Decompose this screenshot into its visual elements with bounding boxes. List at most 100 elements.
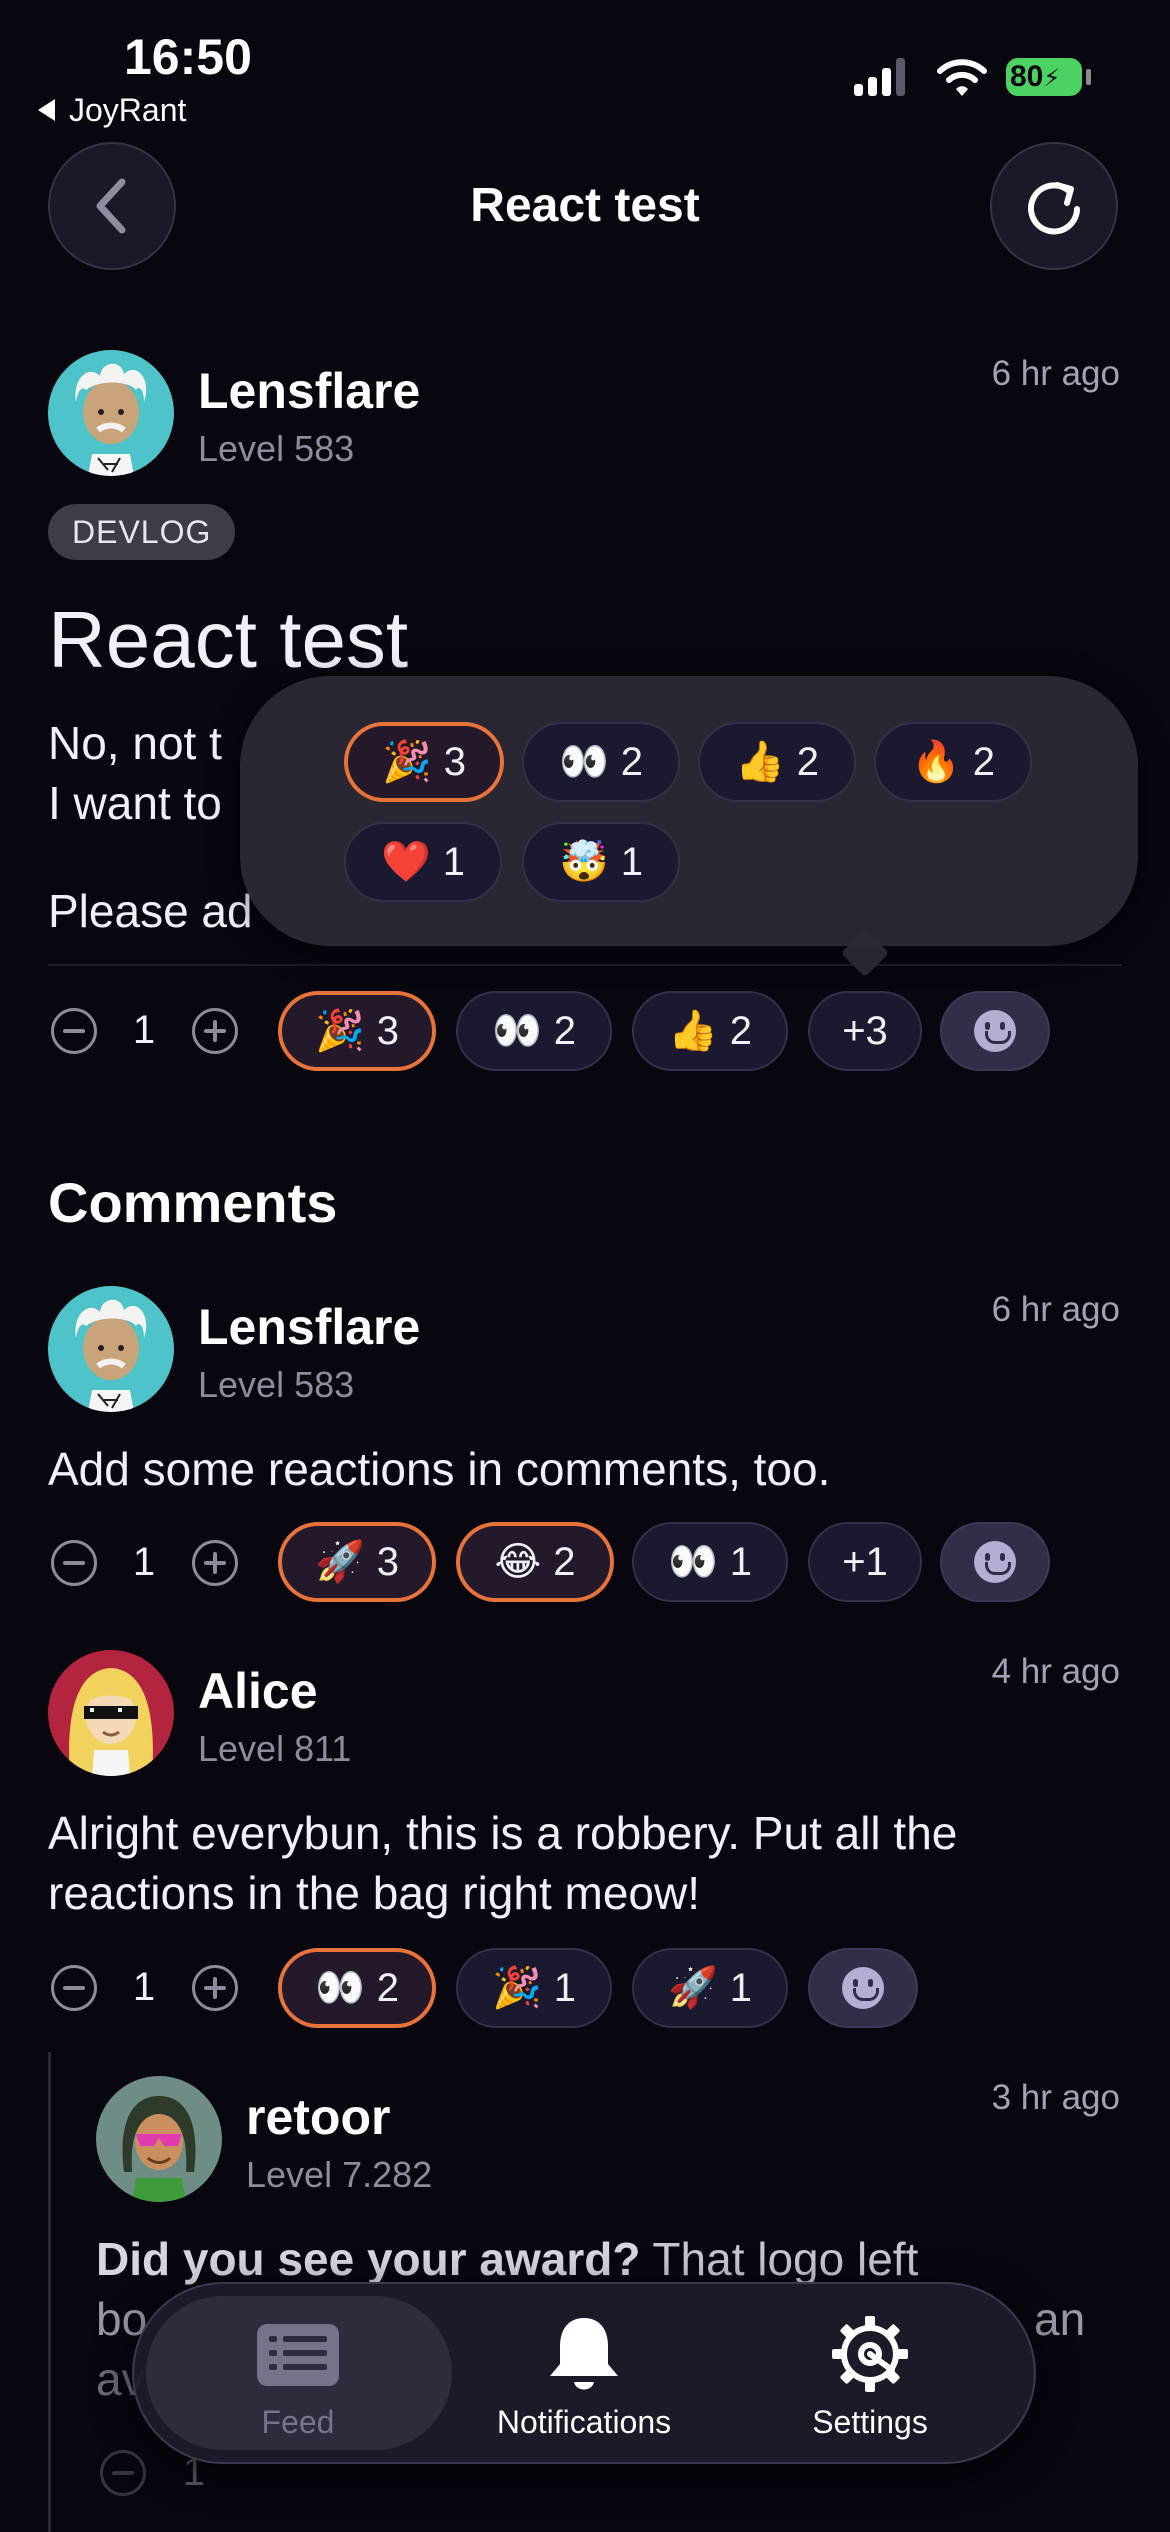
comment-bold-text: Did you see your award? (96, 2233, 641, 2285)
comment-score: 1 (132, 1965, 156, 2009)
charging-bolt-icon: ⚡ (1043, 65, 1061, 92)
reaction-thumbs-up-chip[interactable]: 👍 2 (632, 991, 788, 1071)
reaction-count: 1 (553, 1965, 577, 2010)
downvote-icon[interactable] (51, 1965, 97, 2011)
reaction-rocket-chip[interactable]: 🚀 3 (278, 1522, 436, 1602)
post-body-line-1: No, not t (48, 717, 222, 769)
reaction-count: 1 (729, 1965, 753, 2010)
upvote-icon[interactable] (192, 1965, 238, 2011)
add-reaction-button[interactable] (940, 991, 1050, 1071)
reaction-laugh-chip[interactable]: 😂 2 (456, 1522, 614, 1602)
smiley-icon (974, 1541, 1016, 1583)
comment-author[interactable]: Lensflare (198, 1298, 420, 1356)
battery-indicator: 80⚡ (1006, 58, 1082, 96)
eyes-icon: 👀 (491, 1009, 542, 1053)
comment-text-line-1: Alright everybun, this is a robbery. Put… (48, 1807, 958, 1859)
feed-icon (257, 2324, 339, 2386)
tab-notifications[interactable]: Notifications (454, 2310, 714, 2440)
alice-avatar-image (48, 1650, 174, 1776)
avatar[interactable] (96, 2076, 222, 2202)
signal-icon (854, 58, 906, 96)
battery-nub (1086, 69, 1091, 85)
refresh-icon (1028, 182, 1080, 235)
post-score: 1 (132, 1008, 156, 1052)
tab-feed[interactable]: Feed (168, 2310, 428, 2440)
popover-reaction-heart[interactable]: ❤️ 1 (344, 822, 502, 902)
downvote-icon[interactable] (51, 1540, 97, 1586)
reaction-count: 3 (376, 1539, 400, 1584)
reaction-party-chip[interactable]: 🎉 1 (456, 1948, 612, 2028)
comment-text: Add some reactions in comments, too. (48, 1443, 831, 1495)
popover-reaction-mind-blown[interactable]: 🤯 1 (522, 822, 680, 902)
reactions-popover (240, 676, 1138, 946)
reaction-count: 1 (729, 1539, 753, 1584)
avatar[interactable] (48, 350, 174, 476)
lensflare-avatar-image (48, 1286, 174, 1412)
post-author[interactable]: Lensflare (198, 362, 420, 420)
lensflare-avatar-image (48, 350, 174, 476)
back-app-label: JoyRant (69, 92, 187, 128)
reply-thread-line (48, 2052, 51, 2532)
tab-settings-label: Settings (812, 2404, 928, 2440)
smiley-icon (974, 1010, 1016, 1052)
reaction-rocket-chip[interactable]: 🚀 1 (632, 1948, 788, 2028)
reaction-eyes-chip[interactable]: 👀 2 (456, 991, 612, 1071)
upvote-icon[interactable] (192, 1540, 238, 1586)
popover-reaction-fire[interactable]: 🔥 2 (874, 722, 1032, 802)
upvote-icon[interactable] (192, 1008, 238, 1054)
tab-notifications-label: Notifications (496, 2404, 672, 2440)
comment-author-level: Level 811 (198, 1728, 352, 1769)
reaction-party-chip[interactable]: 🎉 3 (278, 991, 436, 1071)
avatar[interactable] (48, 1286, 174, 1412)
mind-blown-icon: 🤯 (558, 840, 609, 884)
bell-icon (550, 2318, 618, 2390)
thumbs-up-icon: 👍 (734, 740, 785, 784)
comment-time: 6 hr ago (991, 1290, 1120, 1329)
reaction-count: 3 (376, 1008, 400, 1053)
post-author-level: Level 583 (198, 428, 355, 469)
popover-reaction-party[interactable]: 🎉 3 (344, 722, 504, 802)
gear-icon (832, 2316, 908, 2392)
rocket-icon: 🚀 (314, 1540, 365, 1584)
post-time: 6 hr ago (991, 354, 1120, 393)
downvote-icon[interactable] (51, 1008, 97, 1054)
divider (48, 964, 1122, 966)
party-popper-icon: 🎉 (381, 740, 432, 784)
fire-icon: 🔥 (910, 740, 961, 784)
reaction-count: 1 (442, 839, 466, 884)
reaction-count: 2 (553, 1539, 576, 1584)
comment-text-line-2-end: an (1034, 2293, 1086, 2345)
comment-text-line-1: Did you see your award? That logo left (96, 2232, 918, 2286)
heart-icon: ❤️ (380, 840, 431, 884)
popover-reaction-thumbs-up[interactable]: 👍 2 (698, 722, 856, 802)
thumbs-up-icon: 👍 (667, 1009, 718, 1053)
comment-time: 4 hr ago (991, 1652, 1120, 1691)
add-reaction-button[interactable] (808, 1948, 918, 2028)
party-popper-icon: 🎉 (491, 1966, 542, 2010)
comment-author-level: Level 7.282 (246, 2154, 433, 2195)
tab-settings[interactable]: Settings (740, 2310, 1000, 2440)
add-reaction-button[interactable] (940, 1522, 1050, 1602)
avatar[interactable] (48, 1650, 174, 1776)
reaction-eyes-chip[interactable]: 👀 2 (278, 1948, 436, 2028)
reaction-count: 2 (796, 739, 820, 784)
retoor-avatar-image (96, 2076, 222, 2202)
reaction-eyes-chip[interactable]: 👀 1 (632, 1522, 788, 1602)
rocket-icon: 🚀 (667, 1966, 718, 2010)
more-reactions-chip[interactable]: +1 (808, 1522, 922, 1602)
more-reactions-chip[interactable]: +3 (808, 991, 922, 1071)
back-triangle-icon (38, 98, 55, 121)
reaction-count: 3 (443, 739, 467, 784)
post-tag[interactable]: DEVLOG (48, 504, 236, 560)
comment-time: 3 hr ago (991, 2078, 1120, 2117)
eyes-icon: 👀 (667, 1540, 718, 1584)
back-to-app-link[interactable]: JoyRant (38, 92, 186, 129)
eyes-icon: 👀 (558, 740, 609, 784)
popover-reaction-eyes[interactable]: 👀 2 (522, 722, 680, 802)
status-time: 16:50 (124, 29, 252, 85)
reaction-count: 2 (729, 1008, 753, 1053)
downvote-icon[interactable] (100, 2450, 146, 2496)
comment-author[interactable]: Alice (198, 1662, 318, 1720)
refresh-button[interactable] (990, 142, 1118, 270)
comment-author[interactable]: retoor (246, 2088, 390, 2146)
